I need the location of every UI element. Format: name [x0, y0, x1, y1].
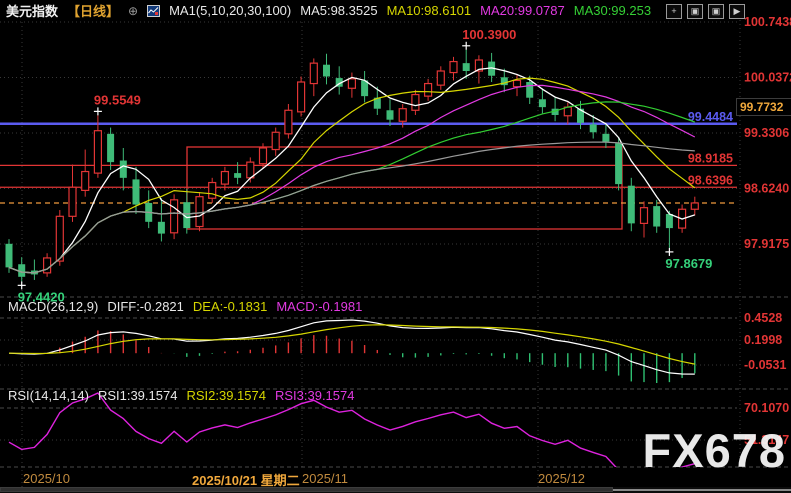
pan-tool-icon[interactable]: +	[666, 4, 682, 19]
svg-text:97.9175: 97.9175	[744, 237, 789, 251]
scrollbar-track-line	[613, 489, 791, 491]
ma20-value: MA20:99.0787	[480, 3, 565, 18]
rsi1-value: RSI1:39.1574	[97, 388, 178, 403]
chart-header: 美元指数 【日线】 ⊕ MA1(5,10,20,30,100) MA5:98.3…	[6, 1, 651, 20]
rsi3-value: RSI3:39.1574	[274, 388, 355, 403]
chart-app: 100.7438 100.0372 99.3306 98.6240 97.9175 99.…	[0, 0, 791, 493]
time-axis-label: 2025/11	[302, 471, 349, 486]
svg-text:100.7438: 100.7438	[744, 15, 791, 29]
macd-label-row: MACD(26,12,9) DIFF:-0.2821 DEA:-0.1831 M…	[8, 299, 362, 314]
svg-text:99.5549: 99.5549	[94, 92, 141, 107]
ma5-value: MA5:98.3525	[300, 3, 378, 18]
svg-text:0.1998: 0.1998	[744, 333, 782, 347]
svg-text:99.3306: 99.3306	[744, 126, 789, 140]
svg-text:98.9185: 98.9185	[688, 151, 733, 165]
rsi-title: RSI(14,14,14)	[8, 388, 89, 403]
svg-text:98.6396: 98.6396	[688, 173, 733, 187]
svg-text:70.1070: 70.1070	[744, 401, 789, 415]
ma-settings-label: MA1(5,10,20,30,100)	[169, 3, 292, 18]
mini-chart-icon[interactable]	[147, 4, 161, 17]
svg-text:100.3900: 100.3900	[462, 27, 516, 42]
rsi2-value: RSI2:39.1574	[186, 388, 266, 403]
ma30-value: MA30:99.253	[573, 3, 652, 18]
macd-title: MACD(26,12,9)	[8, 299, 99, 314]
time-axis-label: 2025/12	[538, 471, 585, 486]
pane-toolbar: + ▣ ▣ ▶	[666, 4, 745, 19]
scrollbar-thumb[interactable]	[0, 487, 613, 492]
horizontal-scrollbar[interactable]	[0, 487, 791, 493]
symbol-name: 美元指数	[6, 4, 59, 19]
expand-icon[interactable]: ⊕	[128, 4, 138, 18]
svg-text:-0.0531: -0.0531	[744, 358, 786, 372]
macd-macd-value: MACD:-0.1981	[276, 299, 363, 314]
pane-forward-icon[interactable]: ▶	[729, 4, 745, 19]
watermark: FX678	[642, 424, 786, 477]
chart-canvas[interactable]: 100.7438 100.0372 99.3306 98.6240 97.9175 99.…	[0, 0, 791, 493]
pane-grid-icon[interactable]: ▣	[687, 4, 703, 19]
svg-text:97.8679: 97.8679	[665, 256, 712, 271]
svg-text:100.0372: 100.0372	[744, 71, 791, 85]
period-selector[interactable]: 【日线】	[67, 1, 119, 20]
time-axis-label: 2025/10	[23, 471, 70, 486]
rsi-label-row: RSI(14,14,14) RSI1:39.1574 RSI2:39.1574 …	[8, 388, 354, 403]
ma10-value: MA10:98.6101	[386, 3, 472, 18]
macd-dea-value: DEA:-0.1831	[192, 299, 268, 314]
pane-indicator-icon[interactable]: ▣	[708, 4, 724, 19]
macd-diff-value: DIFF:-0.2821	[107, 299, 184, 314]
svg-text:0.4528: 0.4528	[744, 311, 782, 325]
crosshair-price-label: 99.7732	[736, 98, 791, 116]
svg-text:98.6240: 98.6240	[744, 182, 789, 196]
time-axis: 2025/10 2025/10/21 星期二 2025/11 2025/12	[0, 469, 791, 489]
